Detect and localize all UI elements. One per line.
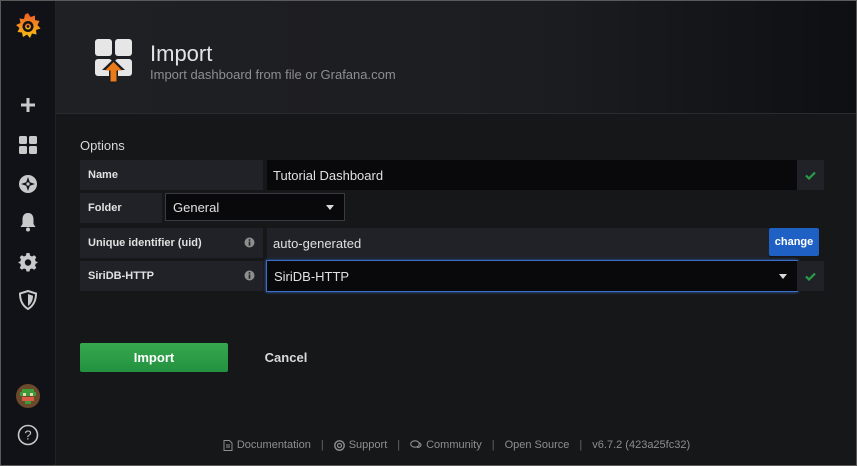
- info-icon[interactable]: [244, 237, 255, 248]
- page-header: Import Import dashboard from file or Gra…: [56, 0, 857, 114]
- import-form: Options Name Tutorial Dashboard Folder G…: [56, 115, 857, 466]
- shield-icon[interactable]: [0, 282, 56, 318]
- support-icon: [333, 439, 345, 451]
- help-icon[interactable]: ?: [0, 417, 56, 453]
- page-subtitle: Import dashboard from file or Grafana.co…: [150, 67, 396, 82]
- folder-label: Folder: [80, 193, 162, 223]
- footer-separator: |: [579, 439, 583, 451]
- caret-down-icon: [326, 205, 334, 210]
- name-valid-check-icon: [797, 160, 824, 190]
- bell-alerting-icon[interactable]: [0, 204, 56, 240]
- change-uid-button[interactable]: change: [769, 228, 819, 256]
- footer-support-label: Support: [348, 439, 388, 451]
- plus-icon[interactable]: [0, 87, 56, 123]
- import-button[interactable]: Import: [80, 343, 228, 372]
- folder-select[interactable]: General: [165, 193, 345, 221]
- comments-icon: [410, 440, 422, 449]
- cancel-button[interactable]: Cancel: [246, 343, 326, 372]
- uid-label: Unique identifier (uid): [80, 228, 263, 258]
- document-icon: [223, 439, 233, 451]
- footer-community-label: Community: [426, 439, 482, 451]
- dashboards-icon[interactable]: [0, 127, 56, 163]
- page-title: Import: [150, 41, 213, 66]
- datasource-valid-check-icon: [797, 261, 824, 291]
- footer-separator: |: [491, 439, 495, 451]
- folder-row: Folder General: [80, 193, 380, 223]
- sidebar: ?: [0, 0, 56, 466]
- footer-open-source-link[interactable]: Open Source: [505, 439, 570, 451]
- datasource-label-text: SiriDB-HTTP: [88, 270, 154, 282]
- footer-separator: |: [397, 439, 401, 451]
- footer-community-link[interactable]: Community: [410, 439, 482, 451]
- explore-compass-icon[interactable]: [0, 166, 56, 202]
- footer-documentation-link[interactable]: Documentation: [223, 439, 311, 451]
- datasource-row: SiriDB-HTTP SiriDB-HTTP: [80, 260, 824, 292]
- datasource-select[interactable]: SiriDB-HTTP: [266, 260, 798, 292]
- footer-version: v6.7.2 (423a25fc32): [592, 439, 691, 451]
- datasource-select-value: SiriDB-HTTP: [274, 268, 350, 284]
- uid-input[interactable]: auto-generated: [267, 228, 769, 258]
- footer-support-link[interactable]: Support: [333, 439, 388, 451]
- options-heading: Options: [80, 138, 125, 153]
- import-dashboard-icon: [94, 38, 134, 84]
- info-icon[interactable]: [244, 270, 255, 281]
- footer-documentation-label: Documentation: [236, 439, 311, 451]
- grafana-logo-icon[interactable]: [0, 8, 56, 44]
- name-label: Name: [80, 160, 263, 190]
- footer: Documentation | Support | Community | Op…: [56, 435, 857, 455]
- avatar[interactable]: [0, 378, 56, 414]
- name-input[interactable]: Tutorial Dashboard: [267, 160, 797, 190]
- folder-select-value: General: [173, 199, 220, 215]
- gear-icon[interactable]: [0, 244, 56, 280]
- uid-label-text: Unique identifier (uid): [88, 237, 202, 249]
- name-row: Name Tutorial Dashboard: [80, 160, 824, 190]
- uid-row: Unique identifier (uid) auto-generated c…: [80, 228, 824, 258]
- footer-separator: |: [320, 439, 324, 451]
- datasource-label: SiriDB-HTTP: [80, 261, 263, 291]
- svg-text:?: ?: [24, 428, 31, 443]
- caret-down-icon: [779, 274, 787, 279]
